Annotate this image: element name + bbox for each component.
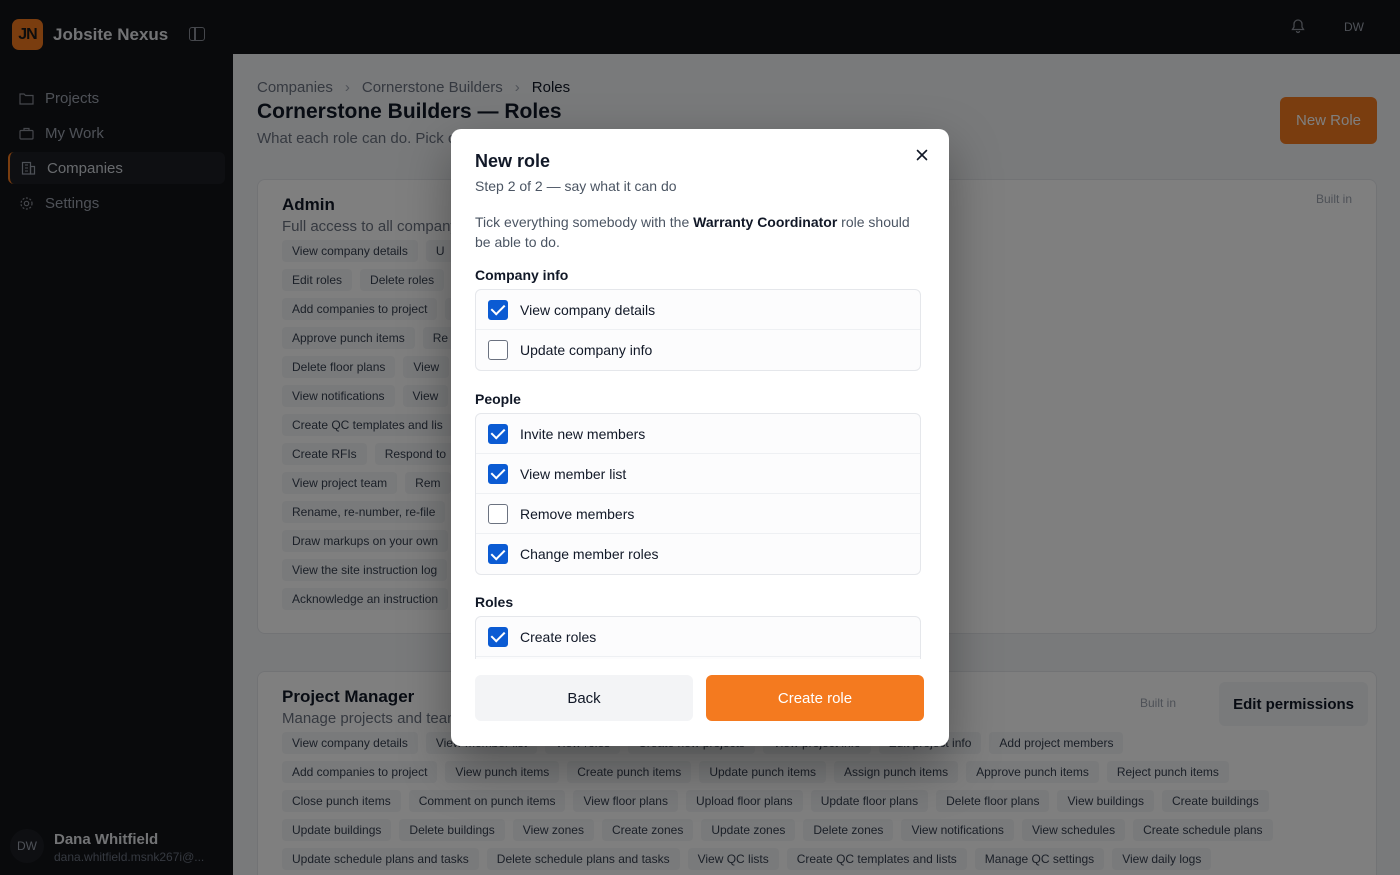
new-role-dialog: New role Step 2 of 2 — say what it can d… [451, 129, 949, 746]
permission-item[interactable]: View member list [476, 454, 920, 494]
section-title-roles: Roles [475, 594, 514, 610]
instructions-text-start: Tick everything somebody with the [475, 214, 694, 230]
permission-label: View company details [520, 301, 656, 318]
permission-label: Remove members [520, 505, 635, 522]
create-role-button[interactable]: Create role [706, 675, 924, 721]
checkbox-view-company-details[interactable] [488, 299, 508, 320]
permission-group-people: Invite new members View member list Remo… [475, 413, 921, 575]
dialog-title: New role [475, 151, 551, 171]
checkbox-invite-new-members[interactable] [488, 423, 508, 444]
back-button[interactable]: Back [475, 675, 693, 721]
checkbox-remove-members[interactable] [488, 503, 508, 524]
permission-item[interactable] [476, 657, 920, 659]
checkbox-view-member-list[interactable] [488, 463, 508, 484]
permission-item[interactable]: Update company info [476, 330, 920, 370]
permission-label: View member list [520, 465, 627, 482]
checkbox-change-member-roles[interactable] [488, 544, 508, 564]
permission-label: Update company info [520, 342, 653, 358]
permission-item[interactable]: Remove members [476, 494, 920, 534]
permission-group-roles: Create roles [475, 616, 921, 659]
permission-list-scroll[interactable]: Company info View company details Update… [475, 265, 921, 659]
dialog-footer: Back Create role [475, 675, 924, 721]
section-title-people: People [475, 391, 521, 407]
checkbox-update-company-info[interactable] [488, 340, 508, 360]
permission-label: Change member roles [520, 546, 659, 562]
permission-label: Create roles [520, 628, 597, 645]
permission-item[interactable]: Invite new members [476, 414, 920, 454]
section-title-company-info: Company info [475, 267, 569, 283]
permission-group-company-info: View company details Update company info [475, 289, 921, 371]
dialog-step: Step 2 of 2 — say what it can do [475, 178, 677, 194]
dialog-instructions: Tick everything somebody with the Warran… [475, 212, 915, 252]
close-icon[interactable] [912, 145, 932, 165]
role-name-highlight: Warranty Coordinator [693, 214, 838, 230]
permission-item[interactable]: Change member roles [476, 534, 920, 574]
permission-item[interactable]: Create roles [476, 617, 920, 657]
permission-item[interactable]: View company details [476, 290, 920, 330]
checkbox-create-roles[interactable] [488, 626, 508, 647]
permission-label: Invite new members [520, 425, 646, 442]
